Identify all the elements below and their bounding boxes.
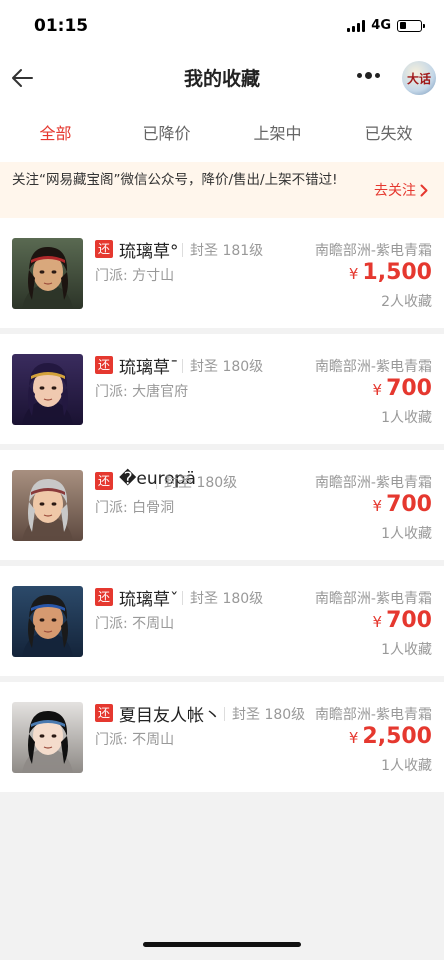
favorite-count: 2人收藏: [381, 294, 432, 310]
status-tag: 还: [95, 240, 113, 258]
app-logo[interactable]: 大话: [402, 61, 436, 95]
status-tag: 还: [95, 356, 113, 374]
favorite-count: 1人收藏: [381, 758, 432, 774]
character-avatar: [12, 354, 83, 425]
status-tag: 还: [95, 472, 113, 490]
price-value: 1,500: [362, 260, 432, 285]
character-name: 琉璃草ˇ: [119, 590, 179, 610]
status-tag: 还: [95, 588, 113, 606]
server-name: 南瞻部洲-紫电青霜: [314, 475, 432, 491]
favorite-item[interactable]: 还 �europä 封圣 180级 南瞻部洲-紫电青霜 门派: 白骨洞 ¥700…: [0, 450, 444, 560]
character-school: 门派: 不周山: [95, 616, 175, 632]
character-name: 琉璃草°: [119, 242, 179, 262]
app-logo-text: 大话: [406, 71, 431, 86]
more-options-button[interactable]: [357, 72, 380, 79]
favorite-item[interactable]: 还 夏目友人帐丶 封圣 180级 南瞻部洲-紫电青霜 门派: 不周山 ¥2,50…: [0, 682, 444, 792]
currency-symbol: ¥: [372, 497, 383, 515]
status-time: 01:15: [34, 16, 89, 36]
character-name: 夏目友人帐丶: [119, 706, 221, 726]
follow-label: 去关注: [374, 183, 416, 199]
price-value: 700: [386, 608, 432, 633]
favorite-count: 1人收藏: [381, 526, 432, 542]
currency-symbol: ¥: [348, 265, 359, 283]
price-value: 700: [386, 376, 432, 401]
status-bar: 01:15 4G: [0, 0, 444, 52]
notice-text: 关注“网易藏宝阁”微信公众号，降价/售出/上架不错过!: [12, 172, 338, 188]
character-level: 封圣 181级: [181, 240, 263, 260]
battery-icon: [397, 19, 425, 32]
character-school: 门派: 方寸山: [95, 268, 175, 284]
price: ¥700: [373, 492, 432, 517]
network-type: 4G: [371, 18, 391, 33]
character-school: 门派: 大唐官府: [95, 384, 189, 400]
status-tag: 还: [95, 704, 113, 722]
favorite-item[interactable]: 还 琉璃草° 封圣 181级 南瞻部洲-紫电青霜 门派: 方寸山 ¥1,500 …: [0, 218, 444, 328]
status-indicators: 4G: [347, 18, 425, 33]
character-avatar: [12, 586, 83, 657]
server-name: 南瞻部洲-紫电青霜: [314, 591, 432, 607]
currency-symbol: ¥: [372, 381, 383, 399]
character-avatar: [12, 470, 83, 541]
price: ¥700: [373, 608, 432, 633]
price-value: 2,500: [362, 724, 432, 749]
character-level: 封圣 180级: [181, 356, 263, 376]
character-school: 门派: 不周山: [95, 732, 175, 748]
price: ¥700: [373, 376, 432, 401]
server-name: 南瞻部洲-紫电青霜: [314, 359, 432, 375]
favorite-item[interactable]: 还 琉璃草¯ 封圣 180级 南瞻部洲-紫电青霜 门派: 大唐官府 ¥700 1…: [0, 334, 444, 444]
character-level: 封圣 180级: [181, 588, 263, 608]
character-school: 门派: 白骨洞: [95, 500, 175, 516]
character-avatar: [12, 702, 83, 773]
currency-symbol: ¥: [372, 613, 383, 631]
favorites-list: 还 琉璃草° 封圣 181级 南瞻部洲-紫电青霜 门派: 方寸山 ¥1,500 …: [0, 218, 444, 798]
notice-banner: 关注“网易藏宝阁”微信公众号，降价/售出/上架不错过! 去关注: [0, 162, 444, 218]
price: ¥1,500: [349, 260, 432, 285]
tab-2[interactable]: 上架中: [222, 106, 333, 162]
chevron-right-icon: [420, 184, 428, 196]
favorite-item[interactable]: 还 琉璃草ˇ 封圣 180级 南瞻部洲-紫电青霜 门派: 不周山 ¥700 1人…: [0, 566, 444, 676]
server-name: 南瞻部洲-紫电青霜: [314, 707, 432, 723]
character-level: 封圣 180级: [223, 704, 305, 724]
price: ¥2,500: [349, 724, 432, 749]
nav-bar: 我的收藏 大话: [0, 52, 444, 106]
character-level: 封圣 180级: [155, 472, 237, 492]
character-avatar: [12, 238, 83, 309]
tab-0[interactable]: 全部: [0, 106, 111, 162]
home-indicator: [143, 942, 301, 947]
filter-tabs: 全部 已降价 上架中 已失效: [0, 106, 444, 162]
tab-1[interactable]: 已降价: [111, 106, 222, 162]
tab-3[interactable]: 已失效: [333, 106, 444, 162]
character-name: 琉璃草¯: [119, 358, 179, 378]
favorite-count: 1人收藏: [381, 642, 432, 658]
favorite-count: 1人收藏: [381, 410, 432, 426]
signal-icon: [347, 19, 366, 32]
price-value: 700: [386, 492, 432, 517]
currency-symbol: ¥: [348, 729, 359, 747]
server-name: 南瞻部洲-紫电青霜: [314, 243, 432, 259]
follow-button[interactable]: 去关注: [374, 180, 428, 200]
